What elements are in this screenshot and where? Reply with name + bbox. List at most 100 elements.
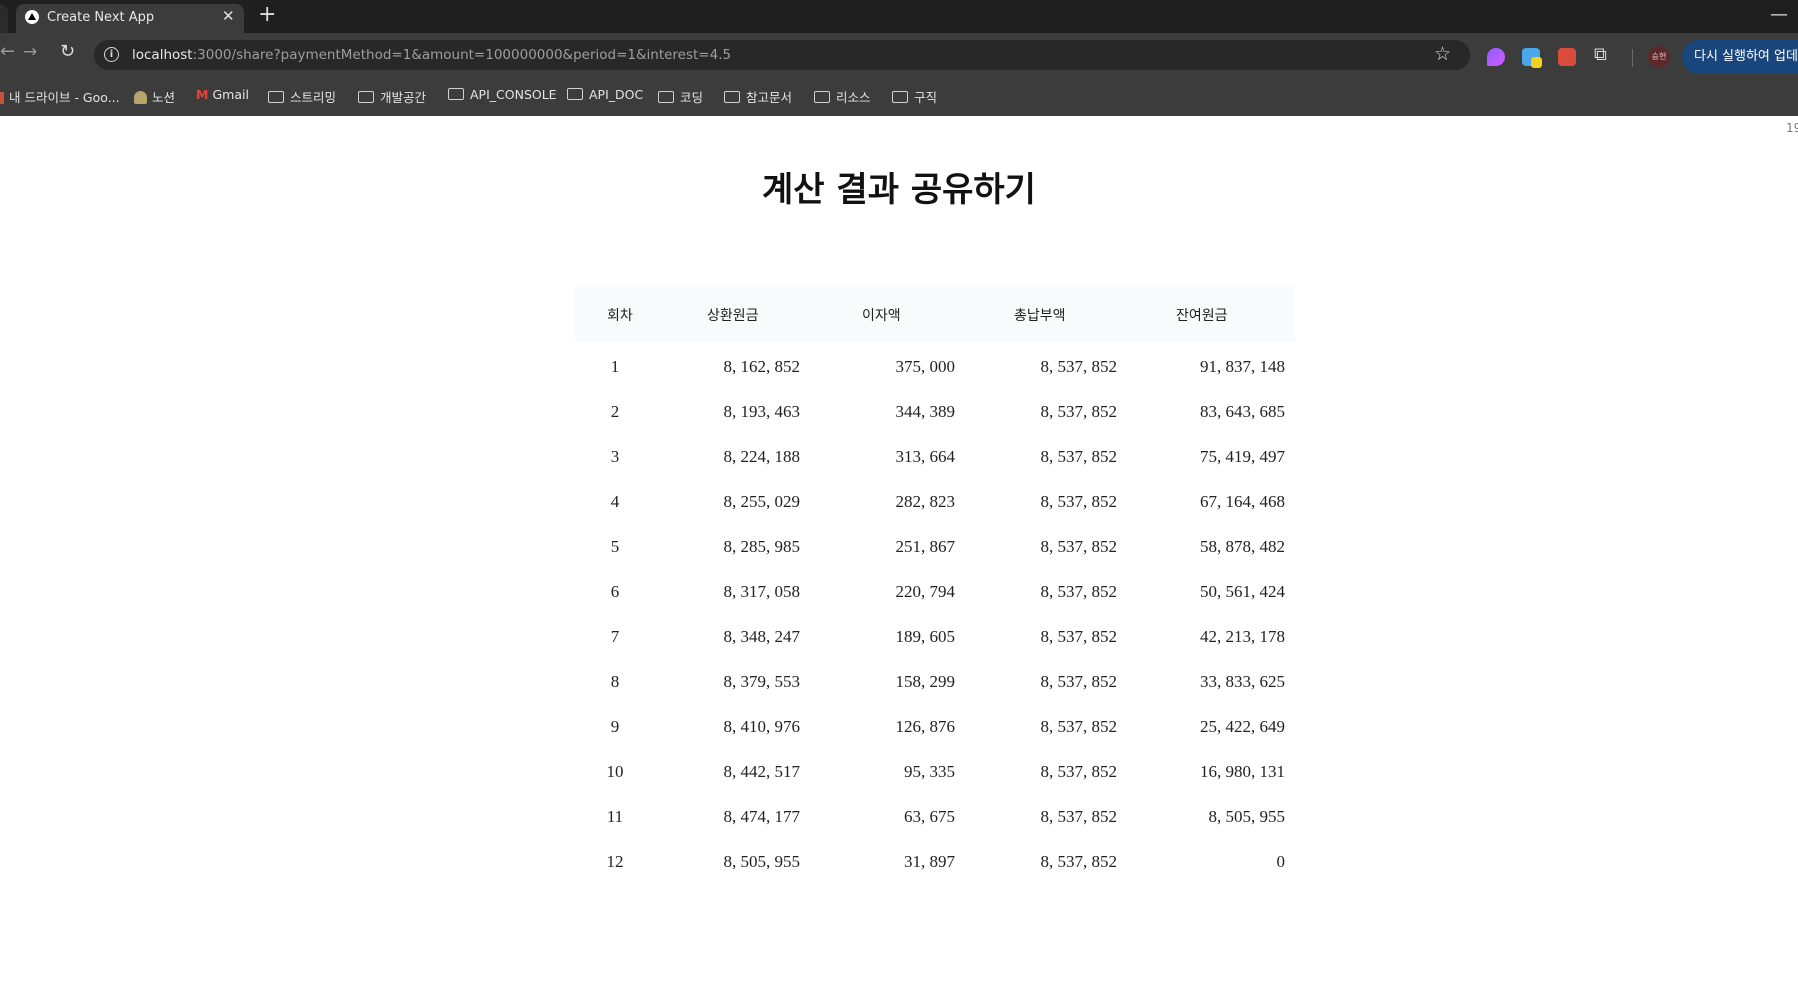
folder-icon — [814, 91, 830, 103]
cell-interest: 220, 794 — [895, 581, 956, 601]
bookmark-gmail[interactable]: M Gmail — [196, 87, 249, 102]
cell-remaining-principal: 42, 213, 178 — [1200, 626, 1285, 646]
bookmarks-bar: 내 드라이브 - Goo... 노션 M Gmail 스트리밍 개발공간 API_… — [0, 75, 1798, 116]
minimize-window-button[interactable]: — — [1770, 4, 1788, 25]
bookmark-star-icon[interactable]: ☆ — [1434, 43, 1451, 65]
cell-principal: 8, 255, 029 — [723, 491, 801, 511]
cell-total-payment: 8, 537, 852 — [1040, 671, 1118, 691]
cell-remaining-principal: 50, 561, 424 — [1200, 581, 1285, 601]
table-body: 1 8, 162, 852 375, 000 8, 537, 852 91, 837, … — [575, 342, 1295, 884]
cell-total-payment: 8, 537, 852 — [1040, 581, 1118, 601]
extension-icon-1[interactable] — [1487, 48, 1505, 66]
cell-round: 4 — [610, 491, 620, 511]
address-bar[interactable]: i localhost:3000/share?paymentMethod=1&a… — [94, 40, 1470, 70]
folder-icon — [567, 88, 583, 100]
header-total-payment: 총납부액 — [1014, 307, 1066, 324]
cell-total-payment: 8, 537, 852 — [1040, 446, 1118, 466]
cell-remaining-principal: 75, 419, 497 — [1200, 446, 1285, 466]
bookmark-folder-api-doc[interactable]: API_DOC — [567, 87, 643, 102]
bookmark-label: 스트리밍 — [290, 90, 337, 105]
cell-remaining-principal: 25, 422, 649 — [1200, 716, 1285, 736]
table-row: 1 8, 162, 852 375, 000 8, 537, 852 91, 837, … — [575, 342, 1295, 389]
header-round: 회차 — [607, 307, 633, 324]
cell-remaining-principal: 91, 837, 148 — [1200, 356, 1285, 376]
cell-principal: 8, 285, 985 — [723, 536, 801, 556]
table-header-row: 회차 상환원금 이자액 총납부액 잔여원금 — [575, 287, 1295, 342]
cell-principal: 8, 317, 058 — [723, 581, 801, 601]
bookmark-notion[interactable]: 노션 — [134, 87, 175, 106]
profile-avatar[interactable]: 승현 — [1648, 46, 1670, 68]
bookmark-label: 내 드라이브 - Goo... — [9, 90, 120, 105]
cell-principal: 8, 224, 188 — [723, 446, 801, 466]
bookmark-label: 구직 — [914, 90, 938, 105]
bookmark-folder-coding[interactable]: 코딩 — [658, 87, 703, 106]
reload-icon[interactable]: ↻ — [60, 41, 75, 62]
extension-icon-3[interactable] — [1558, 48, 1576, 66]
cell-total-payment: 8, 537, 852 — [1040, 401, 1118, 421]
cell-round: 9 — [610, 716, 620, 736]
cell-total-payment: 8, 537, 852 — [1040, 761, 1118, 781]
close-tab-icon[interactable]: ✕ — [222, 7, 235, 25]
bookmark-label: API_CONSOLE — [470, 87, 557, 102]
new-tab-button[interactable]: + — [258, 2, 276, 28]
cell-remaining-principal: 0 — [1276, 851, 1286, 871]
table-row: 2 8, 193, 463 344, 389 8, 537, 852 83, 643, … — [575, 389, 1295, 434]
url-path: :3000/share?paymentMethod=1&amount=10000… — [192, 47, 732, 63]
table-row: 5 8, 285, 985 251, 867 8, 537, 852 58, 878, … — [575, 524, 1295, 569]
cell-remaining-principal: 16, 980, 131 — [1200, 761, 1285, 781]
previous-tab-edge[interactable] — [0, 4, 8, 33]
extensions-puzzle-icon[interactable]: ⧉ — [1594, 44, 1607, 65]
folder-icon — [724, 91, 740, 103]
active-tab[interactable]: Create Next App ✕ — [16, 4, 244, 33]
cell-principal: 8, 193, 463 — [723, 401, 801, 421]
cell-round: 7 — [610, 626, 620, 646]
cell-remaining-principal: 67, 164, 468 — [1200, 491, 1285, 511]
table-row: 10 8, 442, 517 95, 335 8, 537, 852 16, 980, … — [575, 749, 1295, 794]
bookmark-folder-references[interactable]: 참고문서 — [724, 87, 792, 106]
relaunch-update-button[interactable]: 다시 실행하여 업데이트 — [1682, 40, 1798, 74]
cell-principal: 8, 379, 553 — [723, 671, 801, 691]
table-row: 7 8, 348, 247 189, 605 8, 537, 852 42, 213, … — [575, 614, 1295, 659]
cell-interest: 126, 876 — [895, 716, 956, 736]
drive-icon — [0, 92, 4, 104]
table-row: 12 8, 505, 955 31, 897 8, 537, 852 0 — [575, 839, 1295, 884]
folder-icon — [448, 88, 464, 100]
cell-interest: 31, 897 — [904, 851, 955, 871]
tab-title: Create Next App — [47, 10, 155, 25]
cell-interest: 344, 389 — [895, 401, 956, 421]
cell-total-payment: 8, 537, 852 — [1040, 356, 1118, 376]
bookmark-folder-devspace[interactable]: 개발공간 — [358, 87, 426, 106]
bookmark-folder-jobs[interactable]: 구직 — [892, 87, 937, 106]
back-arrow-icon[interactable]: ← — [0, 41, 15, 62]
site-info-icon[interactable]: i — [104, 47, 119, 62]
bookmark-folder-streaming[interactable]: 스트리밍 — [268, 87, 336, 106]
repayment-schedule-table: 회차 상환원금 이자액 총납부액 잔여원금 1 8, 162, 852 375, 0… — [575, 287, 1295, 884]
header-remaining-principal: 잔여원금 — [1176, 307, 1228, 324]
bookmark-label: API_DOC — [589, 87, 644, 102]
notion-icon — [134, 91, 147, 104]
bookmark-label: 참고문서 — [746, 90, 793, 105]
forward-arrow-icon[interactable]: → — [23, 42, 37, 62]
cell-round: 10 — [606, 761, 624, 781]
url-host: localhost — [132, 47, 193, 63]
table-row: 3 8, 224, 188 313, 664 8, 537, 852 75, 419, … — [575, 434, 1295, 479]
folder-icon — [892, 91, 908, 103]
cell-principal: 8, 410, 976 — [723, 716, 801, 736]
cell-total-payment: 8, 537, 852 — [1040, 806, 1118, 826]
cell-interest: 282, 823 — [895, 491, 956, 511]
extension-icon-2[interactable] — [1522, 48, 1542, 68]
cell-total-payment: 8, 537, 852 — [1040, 536, 1118, 556]
cell-interest: 189, 605 — [895, 626, 956, 646]
bookmark-label: 노션 — [152, 90, 176, 105]
cell-principal: 8, 162, 852 — [723, 356, 801, 376]
cell-principal: 8, 505, 955 — [723, 851, 801, 871]
bookmark-drive[interactable]: 내 드라이브 - Goo... — [0, 87, 120, 106]
url-text[interactable]: localhost:3000/share?paymentMethod=1&amo… — [132, 47, 731, 63]
bookmark-label: 개발공간 — [380, 90, 427, 105]
bookmark-folder-api-console[interactable]: API_CONSOLE — [448, 87, 557, 102]
cell-remaining-principal: 8, 505, 955 — [1208, 806, 1286, 826]
cell-remaining-principal: 33, 833, 625 — [1200, 671, 1285, 691]
bookmark-label: 리소스 — [836, 90, 871, 105]
tab-strip: Create Next App ✕ + — — [0, 0, 1798, 33]
bookmark-folder-resources[interactable]: 리소스 — [814, 87, 871, 106]
